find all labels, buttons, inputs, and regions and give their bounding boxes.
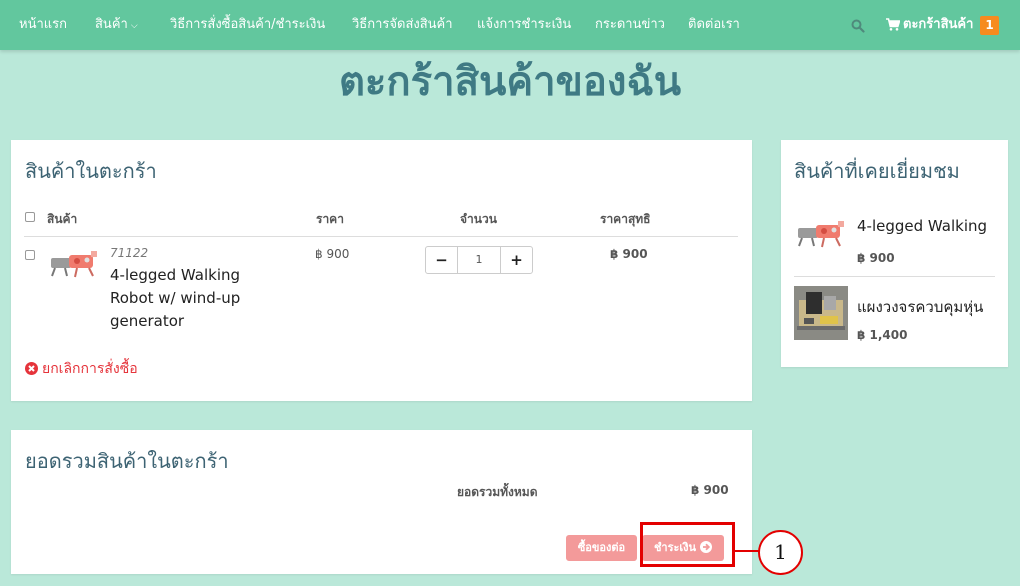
chevron-down-icon: ⌵ (130, 21, 138, 31)
nav-cart-link[interactable]: ตะกร้าสินค้า (886, 0, 973, 50)
robot-product-thumbnail[interactable] (47, 246, 101, 280)
item-name-link[interactable]: 4-legged Walking Robot w/ wind-up genera… (110, 264, 260, 333)
recent-item-name[interactable]: แผงวงจรควบคุมหุ่น (857, 295, 983, 319)
nav-home[interactable]: หน้าแรก (19, 0, 67, 50)
decrease-quantity-button[interactable]: − (426, 247, 458, 273)
nav-cart-label: ตะกร้าสินค้า (903, 17, 974, 32)
callout-connector (735, 550, 759, 552)
item-price: ฿ 900 (315, 247, 350, 261)
cart-icon (886, 18, 901, 31)
cancel-order-link[interactable]: ยกเลิกการสั่งซื้อ (25, 358, 138, 380)
cart-count-badge: 1 (980, 16, 999, 35)
item-checkbox[interactable] (25, 250, 35, 260)
nav-products-label: สินค้า (95, 17, 128, 32)
callout-number: 1 (758, 530, 803, 575)
quantity-input[interactable]: 1 (458, 247, 500, 273)
column-header-product: สินค้า (47, 212, 78, 226)
summary-heading: ยอดรวมสินค้าในตะกร้า (25, 449, 229, 473)
quantity-stepper: − 1 + (425, 246, 533, 274)
column-header-net-price: ราคาสุทธิ (600, 212, 651, 226)
nav-payment-notify[interactable]: แจ้งการชำระเงิน (477, 0, 571, 50)
recently-viewed-heading: สินค้าที่เคยเยี่ยมชม (794, 159, 960, 183)
recent-item-price: ฿ 1,400 (857, 328, 908, 342)
nav-shipping[interactable]: วิธีการจัดส่งสินค้า (352, 0, 453, 50)
continue-shopping-button[interactable]: ซื้อของต่อ (566, 535, 637, 561)
cart-heading: สินค้าในตะกร้า (25, 159, 157, 183)
nav-contact[interactable]: ติดต่อเรา (688, 0, 740, 50)
total-label: ยอดรวมทั้งหมด (457, 485, 538, 499)
column-header-quantity: จำนวน (460, 212, 497, 226)
column-header-price: ราคา (316, 212, 344, 226)
checkout-highlight-box (640, 522, 735, 567)
page-title: ตะกร้าสินค้าของฉัน (338, 59, 682, 105)
recent-item-name[interactable]: 4-legged Walking (857, 217, 987, 235)
total-value: ฿ 900 (691, 483, 729, 497)
top-navbar: หน้าแรก สินค้า ⌵ วิธีการสั่งซื้อสินค้า/ชำ… (0, 0, 1020, 50)
cart-panel: สินค้าในตะกร้า สินค้า ราคา จำนวน ราคาสุท… (11, 140, 752, 401)
recently-viewed-panel: สินค้าที่เคยเยี่ยมชม 4-legged Walking ฿ … (781, 140, 1008, 367)
search-icon[interactable] (851, 18, 867, 34)
nav-products[interactable]: สินค้า ⌵ (95, 0, 138, 50)
item-net-price: ฿ 900 (610, 247, 648, 261)
recent-item-price: ฿ 900 (857, 251, 895, 265)
circuit-board-thumbnail[interactable] (794, 286, 848, 340)
remove-circle-icon (25, 362, 38, 375)
table-divider (24, 236, 738, 237)
cancel-order-label: ยกเลิกการสั่งซื้อ (42, 361, 138, 377)
item-sku: 71122 (110, 246, 149, 260)
increase-quantity-button[interactable]: + (500, 247, 532, 273)
nav-news-board[interactable]: กระดานข่าว (595, 0, 665, 50)
list-divider (794, 276, 995, 277)
select-all-checkbox[interactable] (25, 212, 35, 222)
robot-product-thumbnail[interactable] (794, 216, 848, 250)
nav-how-to-order[interactable]: วิธีการสั่งซื้อสินค้า/ชำระเงิน (170, 0, 325, 50)
